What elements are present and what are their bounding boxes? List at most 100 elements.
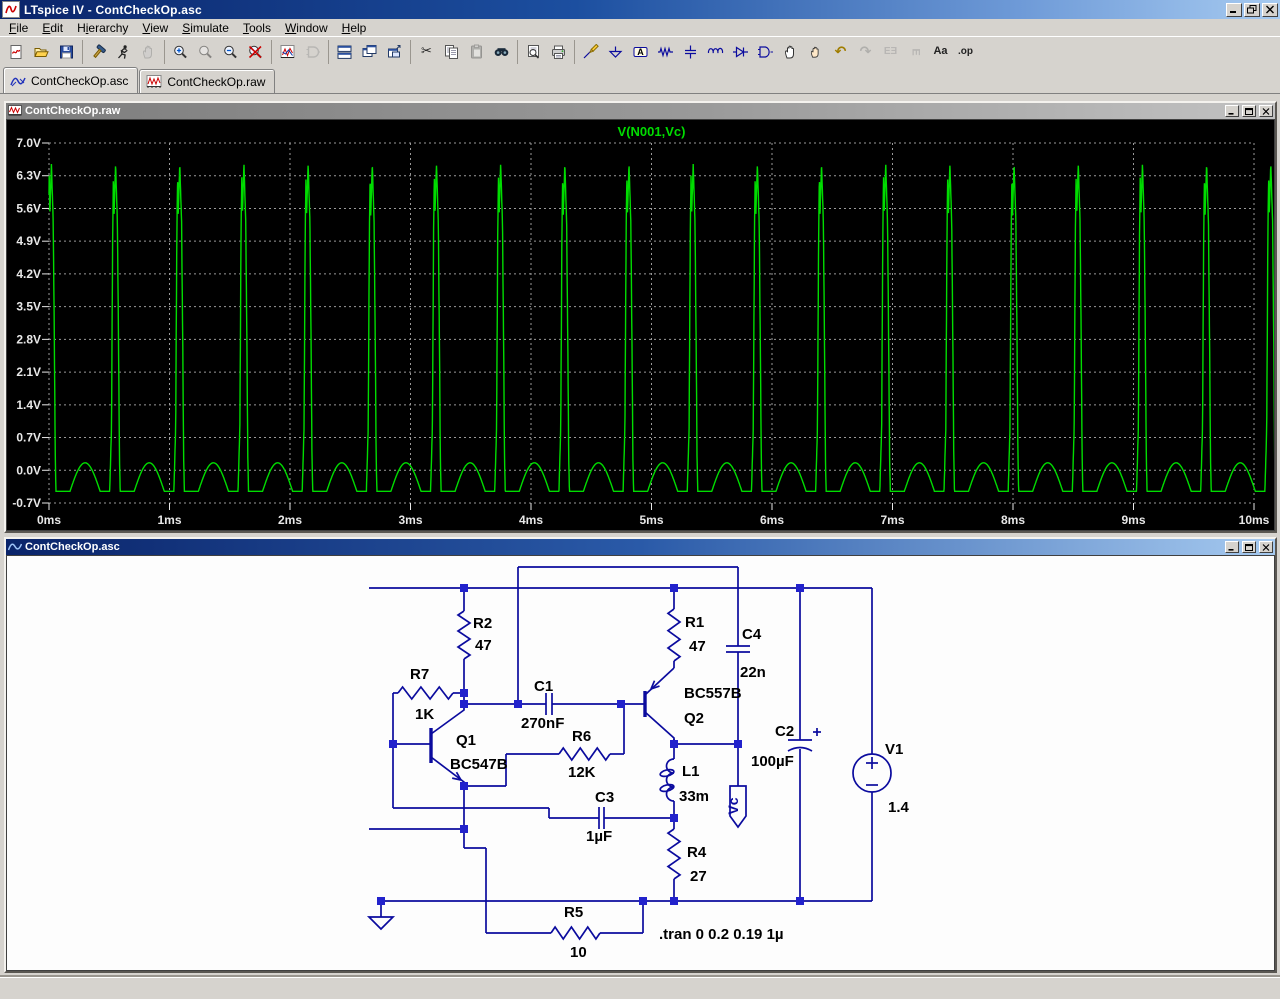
component-ref-C2[interactable]: C2 (775, 723, 794, 740)
waveform-window[interactable]: ContCheckOp.raw 7.0V6.3V5.6V4.9V4.2V3.5V… (4, 101, 1277, 533)
toolbar-tile-vertical-button[interactable] (382, 40, 407, 64)
open-file-icon (33, 44, 50, 60)
tab-contcheckop-raw[interactable]: ContCheckOp.raw (139, 69, 275, 93)
toolbar-run-button[interactable] (111, 40, 136, 64)
close-button[interactable] (1262, 3, 1278, 17)
waveform-plot-area[interactable]: 7.0V6.3V5.6V4.9V4.2V3.5V2.8V2.1V1.4V0.7V… (6, 119, 1275, 531)
toolbar-drag-button[interactable] (803, 40, 828, 64)
net-label-vc[interactable]: Vc (725, 797, 741, 814)
schematic-background (7, 556, 1274, 970)
y-axis-label: 0.7V (16, 431, 41, 445)
toolbar-open-file-button[interactable] (29, 40, 54, 64)
menu-hierarchy[interactable]: Hierarchy (70, 20, 135, 36)
component-value-R2[interactable]: 47 (475, 637, 492, 654)
toolbar-tile-horizontal-button[interactable] (332, 40, 357, 64)
wave-close-button[interactable] (1259, 105, 1273, 117)
toolbar-autorange-y-button[interactable] (275, 40, 300, 64)
waveform-plot-svg[interactable]: 7.0V6.3V5.6V4.9V4.2V3.5V2.8V2.1V1.4V0.7V… (7, 120, 1274, 530)
toolbar-place-component-button[interactable] (753, 40, 778, 64)
component-value-R5[interactable]: 10 (570, 944, 587, 961)
spice-directive-icon: .op (958, 47, 973, 57)
component-value-R4[interactable]: 27 (690, 868, 707, 885)
toolbar-undo-button[interactable]: ↶ (828, 40, 853, 64)
component-ref-C3[interactable]: C3 (595, 789, 614, 806)
component-value-V1[interactable]: 1.4 (888, 799, 910, 816)
menu-help[interactable]: Help (335, 20, 374, 36)
toolbar-place-capacitor-button[interactable] (678, 40, 703, 64)
component-ref-R2[interactable]: R2 (473, 615, 492, 632)
toolbar-draw-wire-button[interactable] (578, 40, 603, 64)
component-ref-Q1[interactable]: Q1 (456, 732, 476, 749)
toolbar-new-schematic-button[interactable] (4, 40, 29, 64)
toolbar-place-net-label-button[interactable]: A (628, 40, 653, 64)
toolbar-place-inductor-button[interactable] (703, 40, 728, 64)
component-value-Q1[interactable]: BC547B (450, 756, 508, 773)
tab-contcheckop-asc[interactable]: ContCheckOp.asc (3, 67, 138, 93)
component-ref-L1[interactable]: L1 (682, 763, 700, 780)
component-ref-R1[interactable]: R1 (685, 614, 704, 631)
menu-window[interactable]: Window (278, 20, 335, 36)
menu-tools[interactable]: Tools (236, 20, 278, 36)
toolbar-move-button[interactable] (778, 40, 803, 64)
toolbar-print-preview-button[interactable] (521, 40, 546, 64)
toolbar-place-ground-button[interactable] (603, 40, 628, 64)
schematic-canvas[interactable]: R2 47 R7 1K R1 47 C1 270nF C4 22n Q1 BC547B Q2 BC557B… (6, 555, 1275, 971)
wave-minimize-button[interactable] (1225, 105, 1239, 117)
menu-file[interactable]: File (2, 20, 35, 36)
component-ref-C1[interactable]: C1 (534, 678, 553, 695)
y-axis-label: 4.2V (16, 267, 41, 281)
schematic-window-titlebar[interactable]: ContCheckOp.asc (6, 539, 1275, 555)
component-value-C3[interactable]: 1µF (586, 828, 612, 845)
restore-button[interactable] (1244, 3, 1260, 17)
x-axis-label: 9ms (1121, 513, 1145, 527)
y-axis-label: 3.5V (16, 300, 41, 314)
component-value-C4[interactable]: 22n (740, 664, 766, 681)
minimize-button[interactable] (1226, 3, 1242, 17)
x-axis-label: 4ms (519, 513, 543, 527)
toolbar-copy-button[interactable] (439, 40, 464, 64)
toolbar-mirror-button: EƎ (878, 40, 903, 64)
zoom-in-icon (172, 44, 189, 60)
component-value-R6[interactable]: 12K (568, 764, 596, 781)
component-ref-R6[interactable]: R6 (572, 728, 591, 745)
toolbar-find-button[interactable] (489, 40, 514, 64)
toolbar-save-button[interactable] (54, 40, 79, 64)
toolbar-place-resistor-button[interactable] (653, 40, 678, 64)
toolbar-cascade-windows-button[interactable] (357, 40, 382, 64)
component-ref-C4[interactable]: C4 (742, 626, 762, 643)
toolbar-zoom-out-button[interactable] (218, 40, 243, 64)
undo-icon: ↶ (835, 45, 847, 59)
waveform-window-titlebar[interactable]: ContCheckOp.raw (6, 103, 1275, 119)
toolbar-place-text-button[interactable]: Aa (928, 40, 953, 64)
spice-directive-text[interactable]: .tran 0 0.2 0.19 1µ (659, 926, 784, 943)
schematic-window[interactable]: ContCheckOp.asc R2 47 R7 1K R1 47 C1 270nF C4 22n… (4, 537, 1277, 973)
component-ref-R4[interactable]: R4 (687, 844, 707, 861)
component-ref-R5[interactable]: R5 (564, 904, 583, 921)
toolbar-place-diode-button[interactable] (728, 40, 753, 64)
toolbar-spice-directive-button[interactable]: .op (953, 40, 978, 64)
sch-maximize-button[interactable] (1242, 541, 1256, 553)
main-titlebar[interactable]: LTspice IV - ContCheckOp.asc (0, 0, 1280, 19)
toolbar-cut-button[interactable]: ✂ (414, 40, 439, 64)
trace-title[interactable]: V(N001,Vc) (618, 124, 686, 139)
toolbar-control-panel-button[interactable] (86, 40, 111, 64)
menu-simulate[interactable]: Simulate (175, 20, 236, 36)
component-ref-R7[interactable]: R7 (410, 666, 429, 683)
component-value-R7[interactable]: 1K (415, 706, 434, 723)
component-value-Q2[interactable]: BC557B (684, 685, 742, 702)
schematic-svg[interactable]: R2 47 R7 1K R1 47 C1 270nF C4 22n Q1 BC547B Q2 BC557B… (7, 556, 1274, 970)
menu-edit[interactable]: Edit (35, 20, 70, 36)
toolbar-zoom-full-extents-button[interactable] (243, 40, 268, 64)
component-value-R1[interactable]: 47 (689, 638, 706, 655)
component-value-C2[interactable]: 100µF (751, 753, 794, 770)
toolbar-zoom-in-button[interactable] (168, 40, 193, 64)
component-ref-Q2[interactable]: Q2 (684, 710, 704, 727)
menu-view[interactable]: View (135, 20, 175, 36)
component-value-C1[interactable]: 270nF (521, 715, 564, 732)
wave-maximize-button[interactable] (1242, 105, 1256, 117)
component-value-L1[interactable]: 33m (679, 788, 709, 805)
sch-minimize-button[interactable] (1225, 541, 1239, 553)
component-ref-V1[interactable]: V1 (885, 741, 903, 758)
sch-close-button[interactable] (1259, 541, 1273, 553)
toolbar-print-button[interactable] (546, 40, 571, 64)
